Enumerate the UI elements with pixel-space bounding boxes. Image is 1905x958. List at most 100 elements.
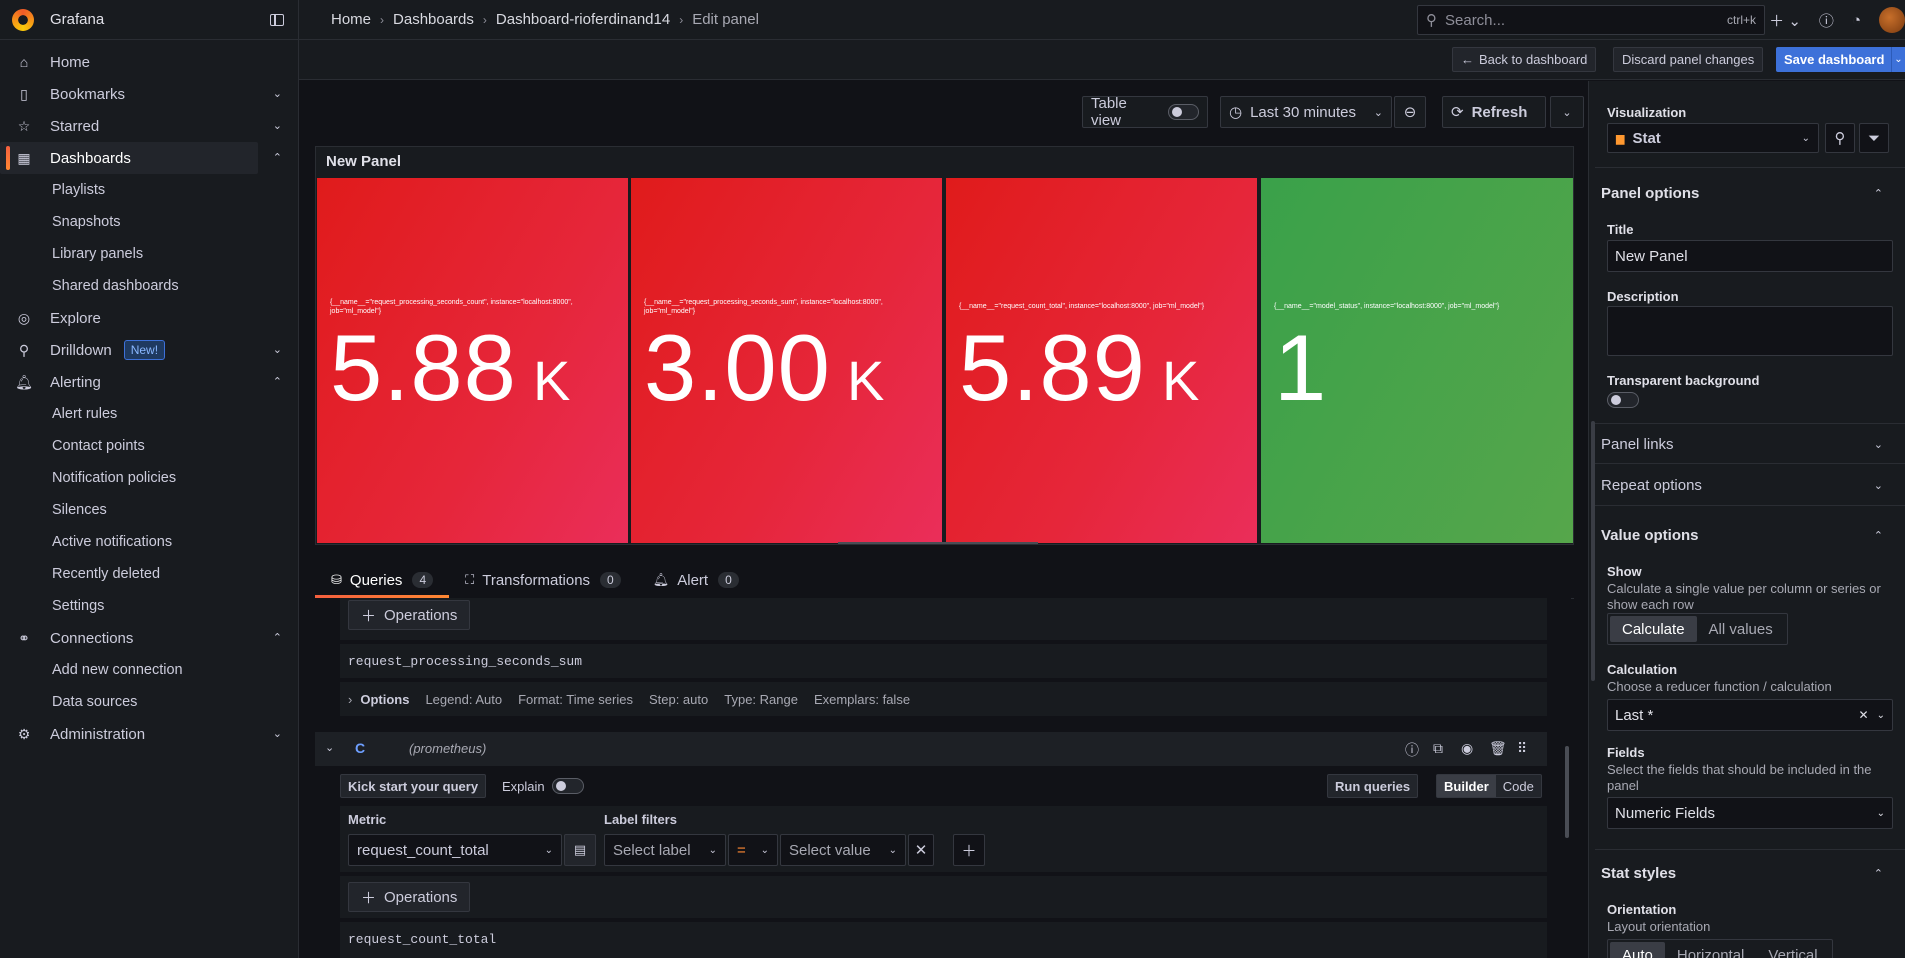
save-dashboard-button[interactable]: Save dashboard xyxy=(1776,47,1893,72)
sidebar-item-playlists[interactable]: Playlists xyxy=(0,174,298,206)
rss-icon[interactable]: ◔ xyxy=(1852,12,1861,29)
orientation-vertical-option[interactable]: Vertical xyxy=(1756,942,1829,958)
breadcrumb-dashboards[interactable]: Dashboards xyxy=(393,11,474,28)
search-input[interactable]: ⚲ Search... ctrl+k xyxy=(1417,5,1765,35)
dock-menu-icon[interactable] xyxy=(270,13,284,26)
copy-icon[interactable]: ⧉ xyxy=(1433,740,1443,757)
sidebar-item-active-notifications[interactable]: Active notifications xyxy=(0,526,298,558)
sidebar-item-shared-dashboards[interactable]: Shared dashboards xyxy=(0,270,298,302)
fields-select[interactable]: Numeric Fields ⌄ xyxy=(1607,797,1893,829)
chevron-down-icon[interactable]: ⌄ xyxy=(273,119,282,132)
section-stat-styles[interactable]: Stat styles ⌃ xyxy=(1595,865,1905,882)
query-scrollbar[interactable] xyxy=(1565,746,1569,838)
sidebar-item-dashboards[interactable]: ▦ Dashboards ⌃ xyxy=(0,142,282,174)
visualization-picker[interactable]: ▆ Stat ⌄ xyxy=(1607,123,1819,153)
avatar[interactable] xyxy=(1879,7,1905,33)
section-value-options[interactable]: Value options ⌃ xyxy=(1595,527,1905,544)
sidebar-item-library-panels[interactable]: Library panels xyxy=(0,238,298,270)
sidebar-item-add-new-connection[interactable]: Add new connection xyxy=(0,654,298,686)
sidebar-item-data-sources[interactable]: Data sources xyxy=(0,686,298,718)
all-values-option[interactable]: All values xyxy=(1697,616,1785,642)
panel-preview[interactable]: New Panel {__name__="request_processing_… xyxy=(315,146,1574,545)
select-value-dropdown[interactable]: Select value ⌄ xyxy=(780,834,906,866)
sidebar-item-contact-points[interactable]: Contact points xyxy=(0,430,298,462)
panel-resize-handle[interactable] xyxy=(838,542,1038,544)
search-options-button[interactable]: ⚲ xyxy=(1825,123,1855,153)
sidebar-item-bookmarks[interactable]: ▯ Bookmarks ⌄ xyxy=(0,78,298,110)
zoom-out-button[interactable]: ⊖ xyxy=(1394,96,1426,128)
run-queries-button[interactable]: Run queries xyxy=(1327,774,1419,798)
clear-icon[interactable]: ✕ xyxy=(1859,708,1869,722)
sidebar-item-settings[interactable]: Settings xyxy=(0,590,298,622)
operations-button[interactable]: ＋ Operations xyxy=(348,600,471,630)
eye-icon[interactable]: ◉ xyxy=(1461,740,1473,757)
orientation-horizontal-option[interactable]: Horizontal xyxy=(1665,942,1757,958)
time-range-picker[interactable]: ◷ Last 30 minutes ⌄ xyxy=(1220,96,1392,128)
drag-handle-icon[interactable]: ⠿ xyxy=(1517,740,1527,757)
section-panel-options[interactable]: Panel options ⌃ xyxy=(1595,185,1905,202)
query-ref-id[interactable]: C xyxy=(355,740,365,756)
discard-panel-changes-button[interactable]: Discard panel changes xyxy=(1613,47,1764,72)
back-to-dashboard-button[interactable]: ← Back to dashboard xyxy=(1452,47,1597,72)
builder-mode-button[interactable]: Builder xyxy=(1437,775,1496,797)
sidebar-item-snapshots[interactable]: Snapshots xyxy=(0,206,298,238)
chevron-down-icon: ⌄ xyxy=(1373,106,1383,119)
table-view-switch[interactable] xyxy=(1168,104,1199,120)
filter-options-button[interactable]: ⏷ xyxy=(1859,123,1889,153)
sidebar-item-alerting[interactable]: 🔔︎ Alerting ⌃ xyxy=(0,366,298,398)
plus-icon[interactable]: ＋ ⌄ xyxy=(1769,10,1801,31)
stat-unit: K xyxy=(1161,349,1201,412)
operations-button[interactable]: ＋ Operations xyxy=(348,882,471,912)
grafana-logo[interactable] xyxy=(12,8,34,31)
query-b-options[interactable]: › Options Legend: Auto Format: Time seri… xyxy=(340,682,1547,716)
chevron-up-icon[interactable]: ⌃ xyxy=(273,375,282,388)
section-repeat-options[interactable]: Repeat options ⌄ xyxy=(1595,477,1905,494)
transparent-background-switch[interactable] xyxy=(1607,392,1639,408)
metric-select[interactable]: request_count_total ⌄ xyxy=(348,834,562,866)
kick-start-query-button[interactable]: Kick start your query xyxy=(340,774,487,798)
section-panel-links[interactable]: Panel links ⌄ xyxy=(1595,436,1905,453)
help-icon[interactable]: ⓘ xyxy=(1819,10,1834,31)
operator-dropdown[interactable]: = ⌄ xyxy=(728,834,778,866)
chevron-up-icon[interactable]: ⌃ xyxy=(273,151,282,164)
help-icon[interactable]: ⓘ xyxy=(1405,740,1419,760)
table-view-toggle[interactable]: Table view xyxy=(1082,95,1208,129)
sidebar-item-notification-policies[interactable]: Notification policies xyxy=(0,462,298,494)
remove-filter-button[interactable]: ✕ xyxy=(908,834,934,866)
chevron-down-icon[interactable]: ⌄ xyxy=(325,741,334,754)
breadcrumb-home[interactable]: Home xyxy=(331,11,371,28)
breadcrumb-dashboard[interactable]: Dashboard-rioferdinand14 xyxy=(496,11,670,28)
code-mode-button[interactable]: Code xyxy=(1496,775,1541,797)
trash-icon[interactable]: 🗑︎ xyxy=(1489,740,1507,757)
refresh-interval-dropdown[interactable]: ⌄ xyxy=(1550,96,1584,128)
chevron-down-icon[interactable]: ⌄ xyxy=(273,87,282,100)
save-options-chevron-icon[interactable]: ⌄ xyxy=(1891,47,1905,72)
select-label-dropdown[interactable]: Select label ⌄ xyxy=(604,834,726,866)
sidebar-item-drilldown[interactable]: ⚲ Drilldown New! ⌄ xyxy=(0,334,298,366)
sidebar-item-silences[interactable]: Silences xyxy=(0,494,298,526)
sidebar-item-explore[interactable]: ◎ Explore xyxy=(0,302,298,334)
options-scrollbar[interactable] xyxy=(1591,421,1595,681)
chevron-up-icon[interactable]: ⌃ xyxy=(273,631,282,644)
orientation-auto-option[interactable]: Auto xyxy=(1610,942,1665,958)
title-input[interactable]: New Panel xyxy=(1607,240,1893,272)
chevron-down-icon[interactable]: ⌄ xyxy=(273,727,282,740)
calculate-option[interactable]: Calculate xyxy=(1610,616,1697,642)
tab-transformations[interactable]: ⛶ Transformations 0 xyxy=(449,562,637,598)
calculation-select[interactable]: Last * ✕ ⌄ xyxy=(1607,699,1893,731)
tab-alert[interactable]: 🔔︎ Alert 0 xyxy=(637,562,755,598)
tab-queries[interactable]: ⛁ Queries 4 xyxy=(315,562,450,598)
description-textarea[interactable] xyxy=(1607,306,1893,356)
metrics-explorer-button[interactable]: ▤ xyxy=(564,834,596,866)
sidebar-item-home[interactable]: ⌂ Home xyxy=(0,46,298,78)
sidebar-item-administration[interactable]: ⚙ Administration ⌄ xyxy=(0,718,298,750)
sidebar-item-alert-rules[interactable]: Alert rules xyxy=(0,398,298,430)
sidebar-item-connections[interactable]: ⚭ Connections ⌃ xyxy=(0,622,298,654)
query-c-operations-row: ＋ Operations xyxy=(340,876,1547,918)
sidebar-item-recently-deleted[interactable]: Recently deleted xyxy=(0,558,298,590)
refresh-button[interactable]: ⟳ Refresh xyxy=(1442,96,1546,128)
add-filter-button[interactable]: ＋ xyxy=(953,834,985,866)
chevron-down-icon[interactable]: ⌄ xyxy=(273,343,282,356)
sidebar-item-starred[interactable]: ☆ Starred ⌄ xyxy=(0,110,298,142)
explain-switch[interactable] xyxy=(552,778,584,794)
